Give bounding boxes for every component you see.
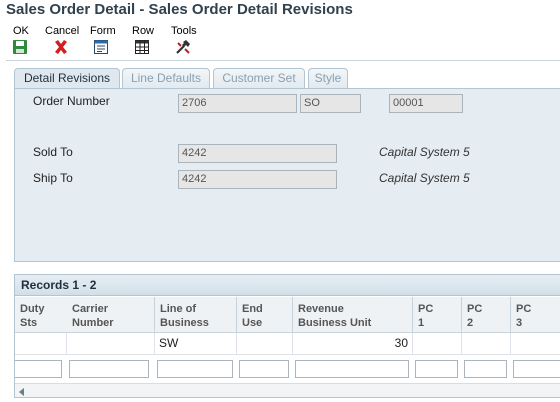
- tab-customer-set[interactable]: Customer Set: [213, 68, 305, 88]
- column-header-text: 1: [418, 317, 425, 329]
- column-header-revenue-business-unit[interactable]: Revenue Business Unit: [293, 297, 413, 333]
- column-header-text: PC: [418, 303, 434, 315]
- qbe-input-revenue-business-unit[interactable]: [295, 360, 409, 378]
- grid-cell-line-of-business[interactable]: SW: [155, 333, 237, 355]
- column-header-text: Use: [242, 317, 263, 329]
- grid-cell-pc3[interactable]: [511, 333, 560, 355]
- qbe-input-pc2[interactable]: [464, 360, 507, 378]
- column-header-line-of-business[interactable]: Line of Business: [155, 297, 237, 333]
- column-header-text: Line of: [160, 303, 197, 315]
- column-header-text: Carrier: [72, 303, 109, 315]
- toolbar-divider: [6, 60, 560, 61]
- qbe-input-line-of-business[interactable]: [157, 360, 233, 378]
- scroll-left-icon[interactable]: [17, 387, 27, 397]
- column-header-pc1[interactable]: PC 1: [413, 297, 462, 333]
- grid-cell-end-use[interactable]: [237, 333, 293, 355]
- order-type-field[interactable]: SO: [300, 94, 361, 113]
- column-header-end-use[interactable]: End Use: [237, 297, 293, 333]
- grid-cell-pc2[interactable]: [462, 333, 511, 355]
- save-icon[interactable]: [12, 39, 28, 55]
- tab-style[interactable]: Style: [308, 68, 348, 88]
- column-header-carrier-number[interactable]: Carrier Number: [67, 297, 155, 333]
- sold-to-name: Capital System 5: [379, 145, 470, 159]
- grid-cell-revenue-business-unit[interactable]: 30: [293, 333, 413, 355]
- records-count: Records 1 - 2: [15, 275, 560, 296]
- column-header-text: Revenue: [298, 303, 344, 315]
- cancel-icon[interactable]: [53, 39, 69, 55]
- column-header-text: PC: [467, 303, 483, 315]
- column-header-pc3[interactable]: PC 3: [511, 297, 560, 333]
- column-header-text: Business Unit: [298, 317, 372, 329]
- page-title: Sales Order Detail - Sales Order Detail …: [6, 1, 353, 18]
- ok-button-label[interactable]: OK: [13, 25, 29, 37]
- tools-menu-label[interactable]: Tools: [171, 25, 197, 37]
- order-company-field[interactable]: 00001: [389, 94, 463, 113]
- qbe-input-duty-status[interactable]: [15, 360, 62, 378]
- column-header-text: PC: [516, 303, 532, 315]
- order-number-label: Order Number: [33, 94, 110, 108]
- sold-to-label: Sold To: [33, 145, 73, 159]
- row-menu-label[interactable]: Row: [132, 25, 154, 37]
- tab-line-defaults[interactable]: Line Defaults: [122, 68, 210, 88]
- ship-to-name: Capital System 5: [379, 171, 470, 185]
- column-header-pc2[interactable]: PC 2: [462, 297, 511, 333]
- qbe-input-carrier-number[interactable]: [69, 360, 149, 378]
- column-header-text: 3: [516, 317, 523, 329]
- sold-to-field[interactable]: 4242: [178, 144, 337, 163]
- column-header-text: 2: [467, 317, 474, 329]
- form-menu-label[interactable]: Form: [90, 25, 116, 37]
- grid-cell-duty-status[interactable]: [15, 333, 67, 355]
- horizontal-scrollbar[interactable]: [15, 383, 560, 397]
- qbe-input-pc3[interactable]: [513, 360, 560, 378]
- qbe-input-end-use[interactable]: [239, 360, 289, 378]
- cancel-button-label[interactable]: Cancel: [45, 25, 79, 37]
- grid-cell-pc1[interactable]: [413, 333, 462, 355]
- ship-to-field[interactable]: 4242: [178, 170, 337, 189]
- column-header-text: Business: [160, 317, 209, 329]
- qbe-input-pc1[interactable]: [415, 360, 458, 378]
- column-header-text: End: [242, 303, 263, 315]
- grid-cell-carrier-number[interactable]: [67, 333, 155, 355]
- column-header-text: Number: [72, 317, 114, 329]
- tab-detail-revisions[interactable]: Detail Revisions: [14, 68, 120, 89]
- form-icon[interactable]: [93, 39, 109, 55]
- row-grid-icon[interactable]: [134, 39, 150, 55]
- tools-icon[interactable]: [175, 39, 191, 55]
- order-number-field[interactable]: 2706: [178, 94, 297, 113]
- ship-to-label: Ship To: [33, 171, 73, 185]
- detail-grid: Records 1 - 2 Duty Sts Carrier Number Li…: [14, 274, 560, 398]
